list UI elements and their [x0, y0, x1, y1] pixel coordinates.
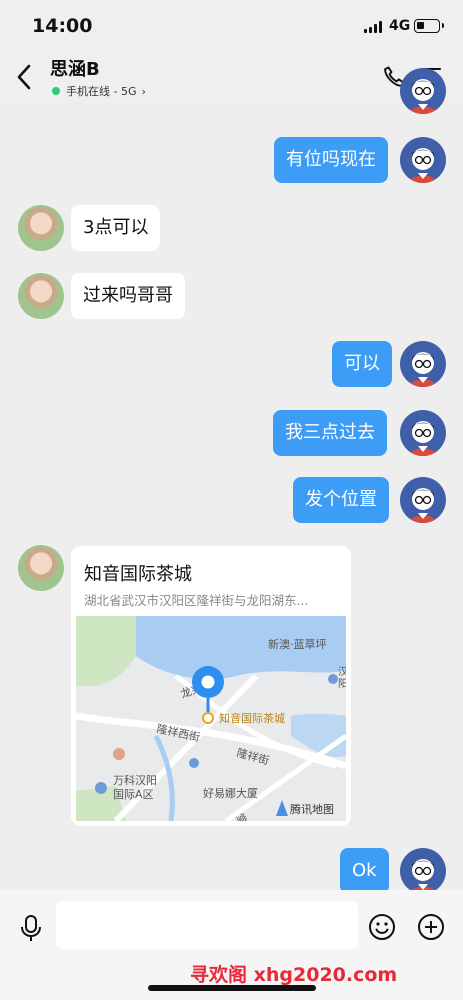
- my-avatar[interactable]: [400, 137, 446, 183]
- microphone-icon: [21, 915, 41, 941]
- message-bubble-outgoing[interactable]: 可以: [332, 341, 392, 387]
- status-bar: 14:00 4G: [0, 0, 463, 52]
- online-status[interactable]: 手机在线 - 5G ›: [52, 83, 146, 99]
- map-poi-icon: [189, 758, 199, 768]
- message-bubble-outgoing[interactable]: Ok: [340, 848, 389, 894]
- chat-header: 思涵B 手机在线 - 5G ›: [0, 52, 463, 102]
- watermark: 寻欢阁 xhg2020.com: [190, 964, 398, 986]
- my-avatar-image: [409, 421, 437, 456]
- contact-avatar[interactable]: [18, 205, 64, 251]
- map-label-poi-sw-2: 国际A区: [113, 788, 154, 801]
- map-label-poi-ne: 新澳·蓝草坪: [268, 637, 327, 651]
- location-address: 湖北省武汉市汉阳区隆祥街与龙阳湖东...: [84, 593, 309, 608]
- emoji-button[interactable]: [368, 913, 396, 941]
- signal-icon: [364, 21, 384, 33]
- my-avatar-image: [409, 148, 437, 183]
- message-bubble-incoming[interactable]: 3点可以: [71, 205, 161, 251]
- map-label-poi-sw-1: 万科汉阳: [113, 773, 157, 787]
- map-poi-icon: [95, 782, 107, 794]
- map-poi-icon: [328, 674, 338, 684]
- emoji-icon: [369, 914, 395, 940]
- online-status-text: 手机在线 - 5G: [66, 85, 137, 98]
- map-label-edge-1: 汉: [338, 666, 346, 678]
- my-avatar-image: [409, 79, 437, 114]
- map-poi-icon: [113, 748, 125, 760]
- map-label-poi-south: 好易娜大厦: [203, 786, 258, 800]
- location-name: 知音国际茶城: [84, 564, 192, 585]
- message-bubble-outgoing[interactable]: 我三点过去: [273, 410, 387, 456]
- map-attribution: 腾讯地图: [290, 802, 334, 816]
- status-time: 14:00: [32, 15, 93, 37]
- contact-avatar[interactable]: [18, 273, 64, 319]
- voice-button[interactable]: [18, 914, 44, 942]
- message-bubble-outgoing[interactable]: 有位吗现在: [274, 137, 388, 183]
- network-type: 4G: [389, 18, 411, 34]
- my-avatar-image: [409, 488, 437, 523]
- my-avatar[interactable]: [400, 341, 446, 387]
- back-button[interactable]: [12, 62, 38, 92]
- location-card[interactable]: 知音国际茶城 湖北省武汉市汉阳区隆祥街与龙阳湖东... 新澳·蓝草坪 龙兴西街 …: [71, 546, 351, 826]
- map-label-edge-2: 阳: [338, 678, 346, 690]
- contact-name[interactable]: 思涵B: [50, 55, 100, 81]
- battery-icon: [414, 19, 444, 33]
- location-map[interactable]: 新澳·蓝草坪 龙兴西街 隆祥西街 隆祥街 万科汉阳 国际A区 好易娜大厦 汉 阳…: [76, 616, 346, 821]
- my-avatar[interactable]: [400, 410, 446, 456]
- online-dot: [52, 87, 60, 95]
- message-bubble-incoming[interactable]: 过来吗哥哥: [71, 273, 185, 319]
- my-avatar[interactable]: [400, 68, 446, 114]
- home-indicator[interactable]: [148, 985, 316, 991]
- more-button[interactable]: [417, 913, 445, 941]
- chevron-right-icon: ›: [141, 84, 146, 98]
- my-avatar-image: [409, 352, 437, 387]
- map-label-marker: 知音国际茶城: [219, 711, 285, 725]
- my-avatar[interactable]: [400, 477, 446, 523]
- my-avatar[interactable]: [400, 848, 446, 894]
- my-avatar-image: [409, 859, 437, 894]
- message-input[interactable]: [56, 901, 358, 949]
- plus-icon: [418, 914, 444, 940]
- message-bubble-outgoing[interactable]: 发个位置: [293, 477, 389, 523]
- chevron-left-icon: [17, 64, 31, 90]
- contact-avatar[interactable]: [18, 545, 64, 591]
